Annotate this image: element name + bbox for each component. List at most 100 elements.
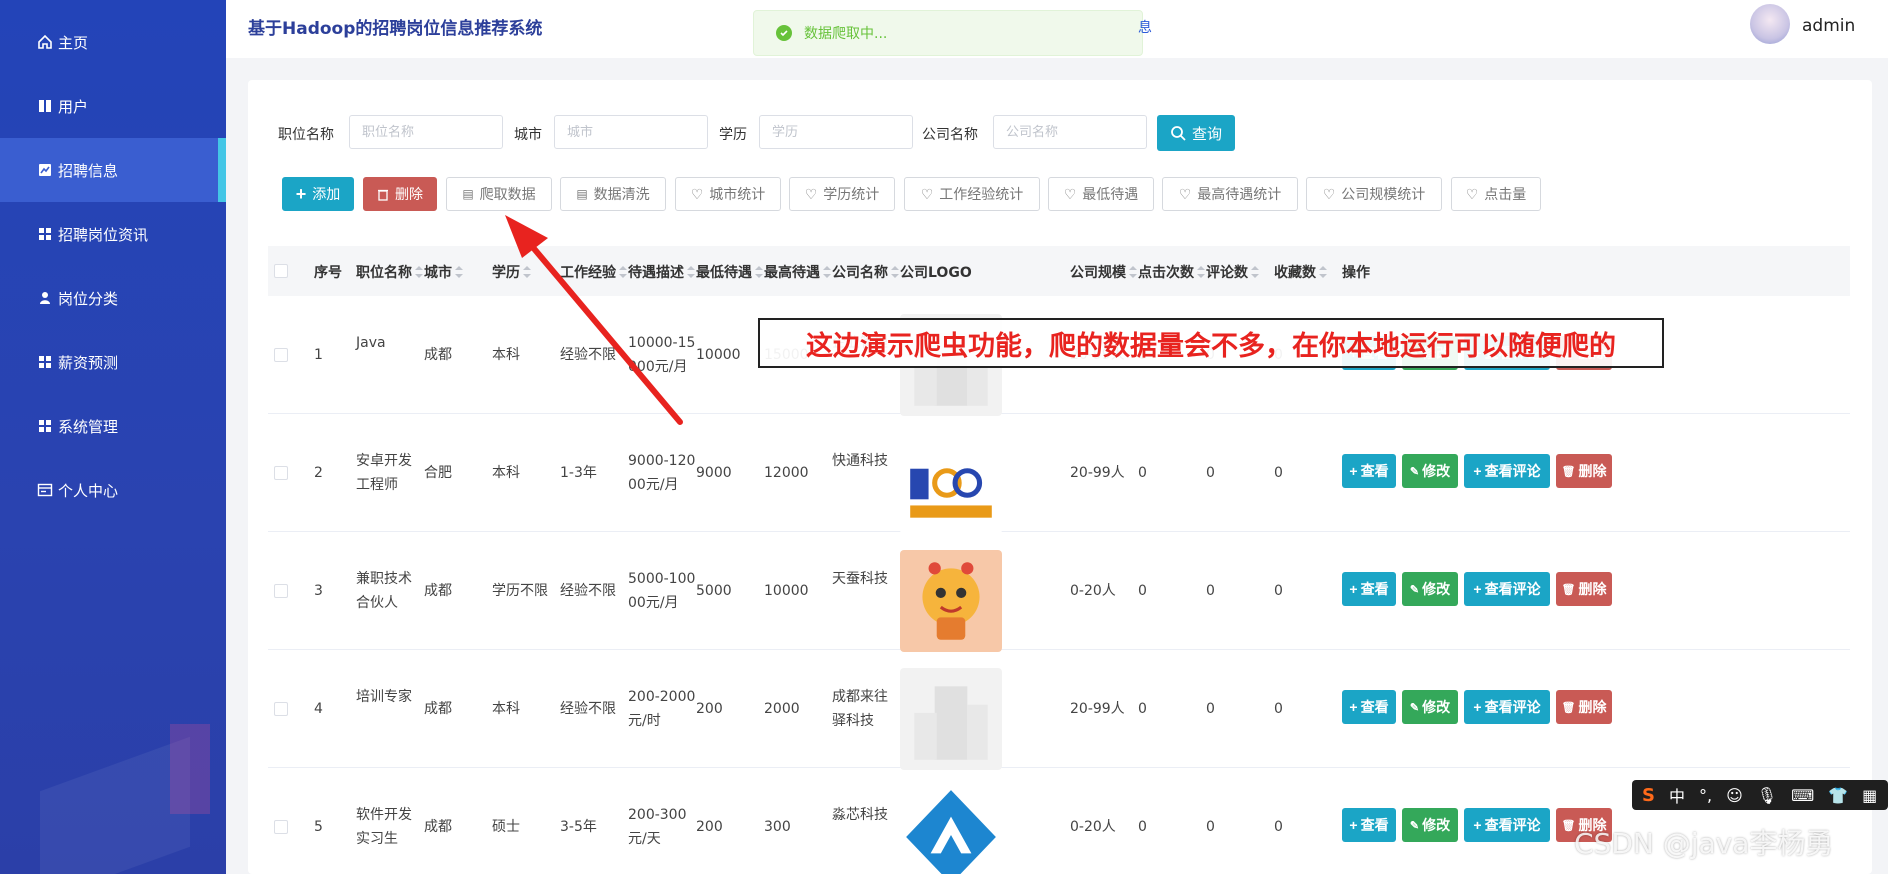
edit-button[interactable]: ✎修改 xyxy=(1402,690,1458,724)
select-all-checkbox[interactable] xyxy=(274,264,288,278)
row-delete-button[interactable]: 🗑删除 xyxy=(1556,572,1612,606)
min-pay-button[interactable]: ♡ 最低待遇 xyxy=(1048,177,1154,211)
emoji-icon[interactable]: ☺ xyxy=(1726,786,1743,805)
cell-title: 安卓开发工程师 xyxy=(356,453,412,493)
delete-button[interactable]: 删除 xyxy=(363,177,437,211)
cell-min: 200 xyxy=(696,819,723,835)
scale-stats-button[interactable]: ♡ 公司规模统计 xyxy=(1306,177,1442,211)
cell-favs: 0 xyxy=(1274,819,1283,835)
heart-icon: ♡ xyxy=(1465,185,1479,202)
view-comments-button[interactable]: +查看评论 xyxy=(1464,808,1550,842)
exp-stats-button[interactable]: ♡ 工作经验统计 xyxy=(904,177,1040,211)
view-button[interactable]: +查看 xyxy=(1342,808,1396,842)
user-name[interactable]: admin xyxy=(1802,16,1855,36)
col-min[interactable]: 最低待遇 xyxy=(696,262,763,282)
row-delete-button[interactable]: 🗑删除 xyxy=(1556,454,1612,488)
home-icon xyxy=(36,33,54,51)
row-delete-button[interactable]: 🗑删除 xyxy=(1556,690,1612,724)
company-logo xyxy=(900,432,1002,534)
skin-icon[interactable]: 👕 xyxy=(1828,786,1848,805)
edit-button[interactable]: ✎修改 xyxy=(1402,454,1458,488)
heart-icon: ♡ xyxy=(1322,185,1336,202)
view-comments-button[interactable]: +查看评论 xyxy=(1464,690,1550,724)
cell-scale: 20-99人 xyxy=(1070,465,1125,481)
cell-comments: 0 xyxy=(1206,819,1215,835)
col-edu[interactable]: 学历 xyxy=(492,262,531,282)
cell-clicks: 0 xyxy=(1138,583,1147,599)
col-desc[interactable]: 待遇描述 xyxy=(628,262,695,282)
col-company[interactable]: 公司名称 xyxy=(832,262,899,282)
cell-desc: 5000-10000元/月 xyxy=(628,571,696,611)
scale-stats-label: 公司规模统计 xyxy=(1341,186,1426,202)
search-title-input[interactable] xyxy=(349,115,503,149)
view-button[interactable]: +查看 xyxy=(1342,690,1396,724)
table-header: 序号 职位名称 城市 学历 工作经验 待遇描述 最低待遇 最高待遇 公司名称 公… xyxy=(268,246,1850,296)
col-scale[interactable]: 公司规模 xyxy=(1070,262,1137,282)
city-stats-button[interactable]: ♡ 城市统计 xyxy=(675,177,781,211)
query-button[interactable]: 查询 xyxy=(1157,115,1235,151)
plus-icon: + xyxy=(1473,817,1482,833)
row-checkbox[interactable] xyxy=(274,348,288,362)
keyboard-icon[interactable]: ⌨ xyxy=(1791,786,1814,805)
view-comments-button[interactable]: +查看评论 xyxy=(1464,454,1550,488)
cell-exp: 经验不限 xyxy=(560,347,616,363)
ime-punct[interactable]: °, xyxy=(1699,786,1712,805)
edit-button[interactable]: ✎修改 xyxy=(1402,808,1458,842)
sidebar-item-home[interactable]: 主页 xyxy=(0,10,226,74)
sidebar-item-job-category[interactable]: 岗位分类 xyxy=(0,266,226,330)
ime-mode[interactable]: 中 xyxy=(1669,783,1685,807)
row-checkbox[interactable] xyxy=(274,584,288,598)
clicks-button[interactable]: ♡ 点击量 xyxy=(1451,177,1541,211)
row-checkbox[interactable] xyxy=(274,702,288,716)
col-exp[interactable]: 工作经验 xyxy=(560,262,627,282)
col-favs[interactable]: 收藏数 xyxy=(1274,262,1327,282)
sidebar-item-label: 主页 xyxy=(58,33,89,52)
view-comments-button[interactable]: +查看评论 xyxy=(1464,572,1550,606)
max-pay-stats-button[interactable]: ♡ 最高待遇统计 xyxy=(1162,177,1298,211)
avatar[interactable] xyxy=(1750,4,1790,44)
mic-icon[interactable]: 🎙 xyxy=(1757,786,1777,805)
cell-max: 12000 xyxy=(764,465,809,481)
ime-toolbar[interactable]: S 中 °, ☺ 🎙 ⌨ 👕 ▦ xyxy=(1632,780,1888,810)
edit-icon: ✎ xyxy=(1409,583,1420,596)
add-button[interactable]: + 添加 xyxy=(282,177,354,211)
annotation-text: 这边演示爬虫功能，爬的数据量会不多，在你本地运行可以随便爬的 xyxy=(806,330,1616,362)
cell-desc: 200-300元/天 xyxy=(628,807,687,847)
sidebar-item-job-news[interactable]: 招聘岗位资讯 xyxy=(0,202,226,266)
sidebar-item-system[interactable]: 系统管理 xyxy=(0,394,226,458)
edit-button[interactable]: ✎修改 xyxy=(1402,572,1458,606)
view-button[interactable]: +查看 xyxy=(1342,572,1396,606)
edu-stats-button[interactable]: ♡ 学历统计 xyxy=(789,177,895,211)
col-title[interactable]: 职位名称 xyxy=(356,262,423,282)
main-panel: 职位名称 城市 学历 公司名称 查询 + 添加 删除 ▤ 爬取数据 ▤ 数据清洗… xyxy=(248,80,1872,874)
sort-icon xyxy=(1251,265,1259,279)
search-label-company: 公司名称 xyxy=(922,127,978,143)
search-city-input[interactable] xyxy=(554,115,708,149)
sidebar-item-users[interactable]: 用户 xyxy=(0,74,226,138)
sidebar-item-recruit-info[interactable]: 招聘信息 xyxy=(0,138,226,202)
col-city[interactable]: 城市 xyxy=(424,262,463,282)
company-logo xyxy=(900,668,1002,770)
search-edu-input[interactable] xyxy=(759,115,913,149)
min-pay-label: 最低待遇 xyxy=(1082,186,1139,202)
col-clicks[interactable]: 点击次数 xyxy=(1138,262,1205,282)
sidebar-item-profile[interactable]: 个人中心 xyxy=(0,458,226,522)
sogou-icon[interactable]: S xyxy=(1642,785,1655,806)
max-pay-stats-label: 最高待遇统计 xyxy=(1197,186,1282,202)
row-checkbox[interactable] xyxy=(274,466,288,480)
heart-icon: ♡ xyxy=(1063,185,1077,202)
row-checkbox[interactable] xyxy=(274,820,288,834)
apps-icon[interactable]: ▦ xyxy=(1862,786,1877,805)
header-link[interactable]: 息 xyxy=(1138,17,1152,37)
search-company-input[interactable] xyxy=(993,115,1147,149)
col-max[interactable]: 最高待遇 xyxy=(764,262,831,282)
data-clean-button[interactable]: ▤ 数据清洗 xyxy=(560,177,666,211)
col-logo: 公司LOGO xyxy=(900,265,972,281)
cell-company: 天蚕科技 xyxy=(832,571,888,587)
view-button[interactable]: +查看 xyxy=(1342,454,1396,488)
sidebar-item-salary-predict[interactable]: 薪资预测 xyxy=(0,330,226,394)
crawl-data-button[interactable]: ▤ 爬取数据 xyxy=(446,177,552,211)
annotation-box: 这边演示爬虫功能，爬的数据量会不多，在你本地运行可以随便爬的 xyxy=(758,318,1664,368)
col-comments[interactable]: 评论数 xyxy=(1206,262,1259,282)
table-row: 4 培训专家 成都 本科 经验不限 200-2000元/时 200 2000 成… xyxy=(268,650,1850,770)
